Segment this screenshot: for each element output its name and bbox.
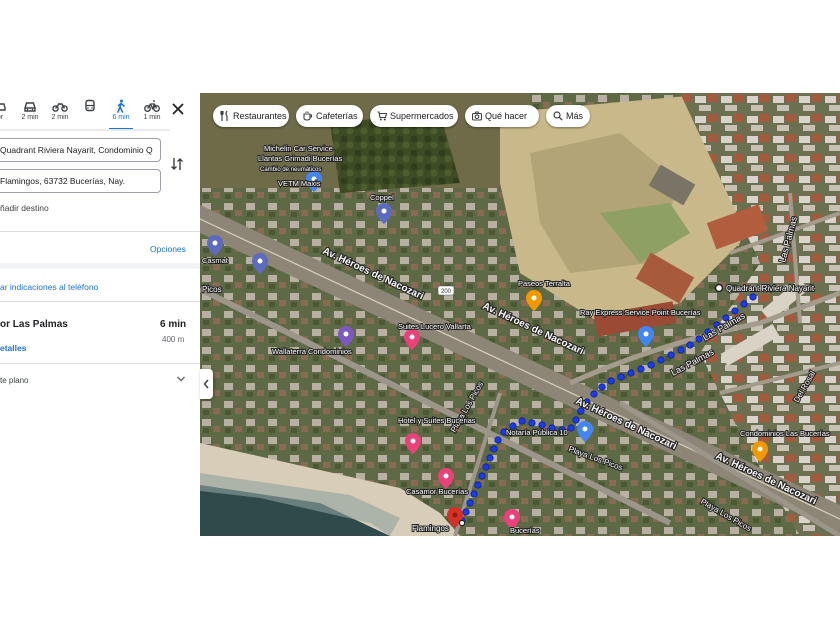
travel-mode-time: 1 min [143,114,161,121]
chip-supermarkets[interactable]: Supermercados [370,105,458,127]
destination-input[interactable]: Flamingos, 63732 Bucerías, Nay. [0,169,161,193]
chip-things-to-do[interactable]: Qué hacer [465,105,539,127]
walk-icon [117,99,125,113]
chip-label: Qué hacer [485,111,528,121]
place-label-casmat: Casmat [202,256,229,265]
travel-mode-car[interactable]: 2 min [16,97,44,127]
place-label-vetmax: VETM Maxis [278,179,321,188]
place-label-michelin: Michelin Car Service [264,144,333,153]
chip-label: Cafeterías [316,111,358,121]
divider [0,363,200,364]
bike-icon [144,100,160,112]
car-icon [0,103,6,111]
chevron-down-icon[interactable] [176,375,186,383]
place-label-coppel: Coppel [370,193,394,202]
mode-underline [0,129,170,131]
divider [0,231,200,232]
place-label-michelin-sub: Cambio de neumáticos [260,167,321,173]
travel-mode-time: 6 min [112,114,130,121]
divider [0,301,200,302]
street-label-picos: Picos [202,285,222,294]
route-distance: 400 m [162,335,185,344]
chip-label: Más [566,111,584,121]
transit-icon [85,99,95,112]
destination-dot [458,519,466,527]
details-link[interactable]: etalles [0,343,26,353]
place-label-suites: Suites Lucero Vallarta [398,322,472,331]
chevron-left-icon [203,379,209,389]
collapse-panel-button[interactable] [200,369,213,399]
highway-number: 200 [441,289,452,295]
travel-mode-time: 2 min [21,114,39,121]
send-to-phone-link[interactable]: ar indicaciones al teléfono [0,282,98,292]
chip-restaurants[interactable]: Restaurantes [213,105,289,127]
chip-label: Restaurantes [233,111,287,121]
chip-cafes[interactable]: Cafeterías [296,105,363,127]
travel-mode-bike[interactable]: 1 min [138,97,166,127]
place-label-casamor: Casamor Bucerías [406,487,468,496]
origin-label: Quadrant Riviera Nayarit [726,284,815,293]
chip-more[interactable]: Más [546,105,590,127]
coffee-icon [303,111,313,121]
travel-mode-walk[interactable]: 6 min [107,97,135,130]
destination-label: Flamingos [412,524,449,533]
close-icon[interactable] [170,101,186,117]
divider [0,263,200,269]
chip-label: Supermercados [390,111,454,121]
search-icon [553,111,563,121]
map-canvas[interactable]: 200 Av. Héroes de Nacozari Av. Héroes de… [200,93,840,536]
swap-icon[interactable] [170,156,184,172]
place-label-bucerias: Bucerías [510,526,540,535]
travel-mode-time: or [0,114,4,121]
place-label-hotel: Hotel y Suites Bucerias [398,416,476,425]
route-name: or Las Palmas [0,319,68,330]
place-label-express: Ray Express Service Point Bucerías [580,308,701,317]
cart-icon [377,111,387,121]
place-label-condos: Condominios Las Bucerías [740,429,830,438]
motorcycle-icon [52,103,68,112]
add-destination-button[interactable]: ñadir destino [0,203,49,213]
satellite-map[interactable]: 200 Av. Héroes de Nacozari Av. Héroes de… [200,93,840,536]
options-button[interactable]: Opciones [150,244,186,254]
terrain-info: te plano [0,376,29,385]
place-label-wallaterra: Wallaterra Condominios [272,347,352,356]
directions-panel: or 2 min 2 min 6 min 1 min Quadrant Rivi… [0,93,200,393]
car-icon [24,102,36,112]
travel-mode-time: 2 min [51,114,69,121]
origin-marker[interactable] [714,283,724,293]
travel-mode-motorcycle[interactable]: 2 min [46,97,74,127]
travel-mode-best[interactable]: or [0,97,14,127]
place-label-llantas: Llantas Grimadi Bucerías [258,154,342,163]
route-duration: 6 min [160,319,187,330]
restaurant-icon [220,111,228,121]
camera-icon [472,111,482,121]
travel-mode-transit[interactable] [76,97,104,127]
place-label-notaria: Notaría Pública 10 [506,428,568,437]
place-label-terralta: Paseos Terralta [518,279,571,288]
origin-input[interactable]: Quadrant Riviera Nayarit, Condominio Q [0,138,161,162]
